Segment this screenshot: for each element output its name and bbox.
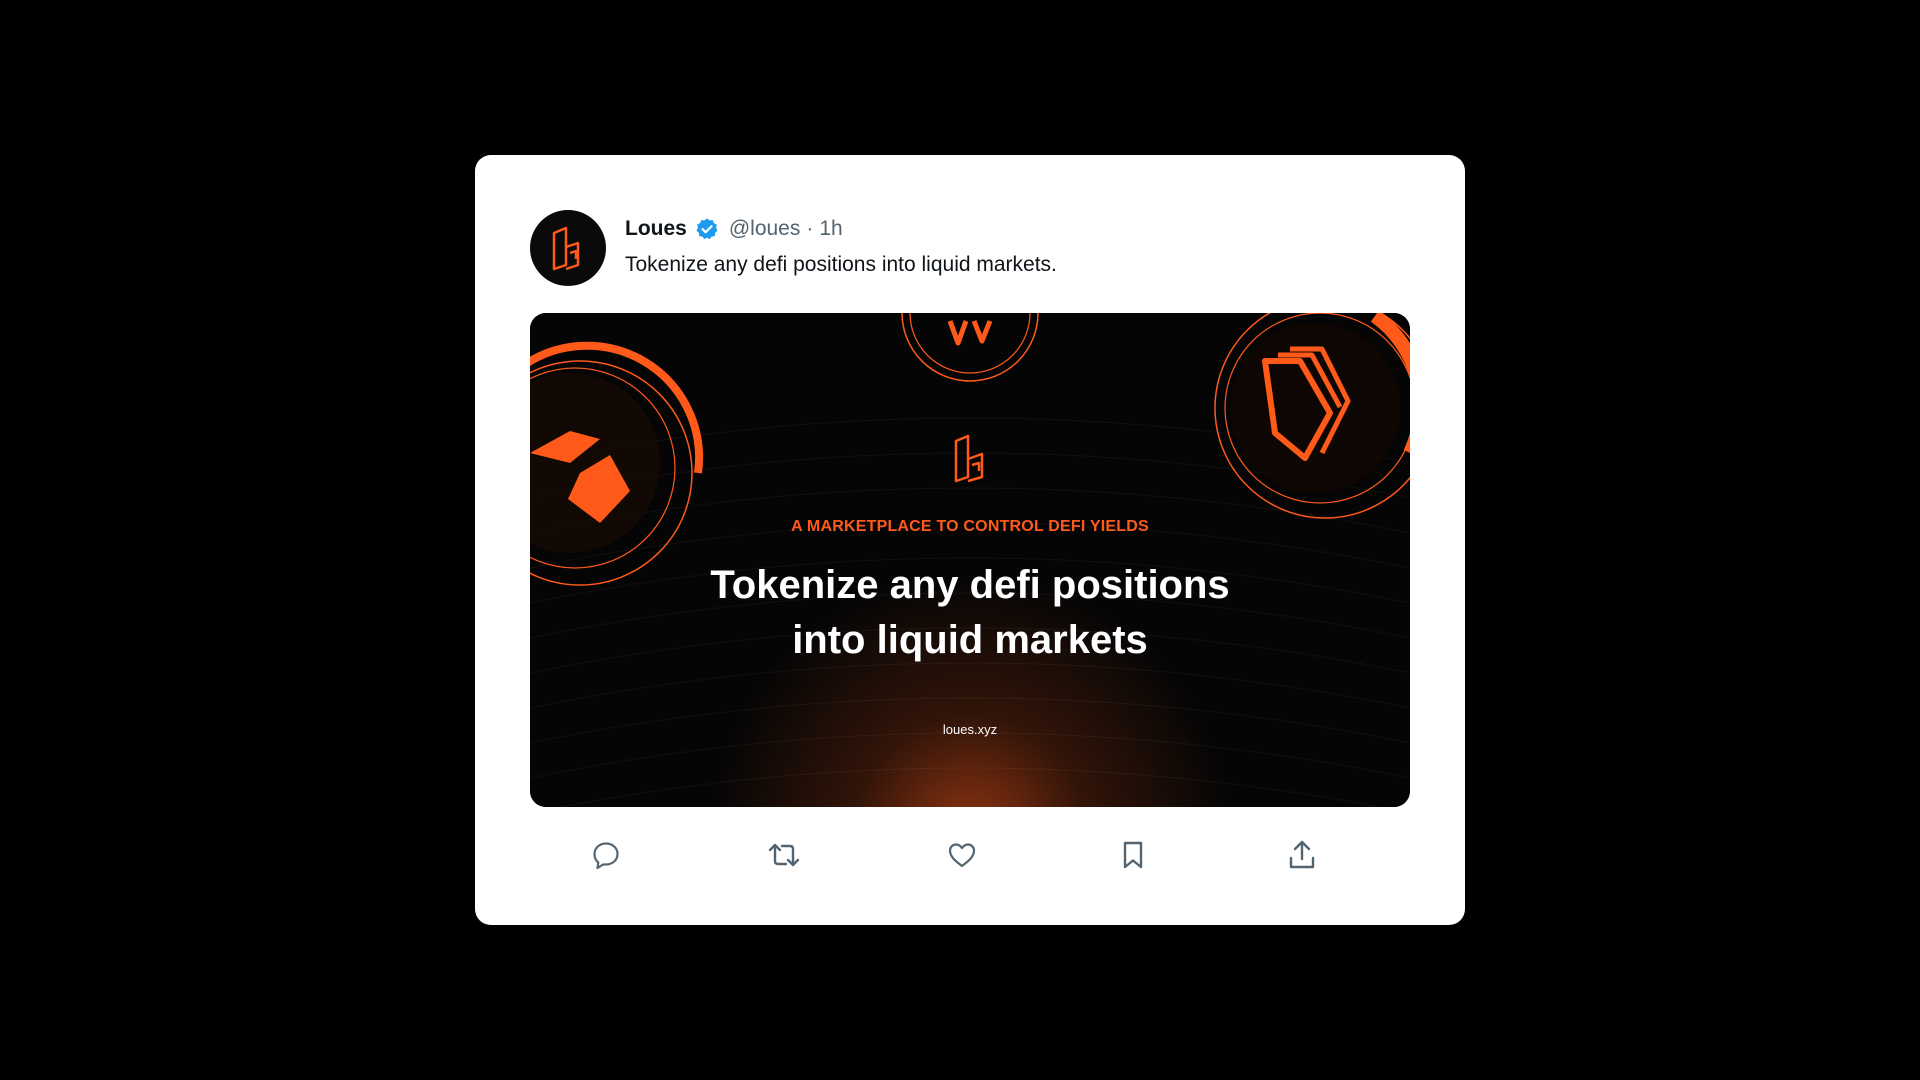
- tweet-actions: [475, 833, 1465, 877]
- like-icon: [948, 843, 976, 868]
- media-headline-line-1: Tokenize any defi positions: [710, 563, 1230, 607]
- avatar[interactable]: [530, 210, 606, 286]
- bookmark-button[interactable]: [1111, 833, 1155, 877]
- retweet-button[interactable]: [762, 833, 806, 877]
- separator-dot: ·: [806, 217, 814, 240]
- media-headline-line-2: into liquid markets: [792, 618, 1148, 662]
- loues-logo-icon: [552, 226, 580, 271]
- tweet-header: Loues @loues · 1h: [625, 215, 843, 243]
- share-icon: [1289, 840, 1315, 869]
- media-headline: Tokenize any defi positions into liquid …: [530, 558, 1410, 668]
- reply-button[interactable]: [584, 833, 628, 877]
- author-name[interactable]: Loues: [625, 215, 687, 243]
- tweet-card[interactable]: Loues @loues · 1h Tokenize any defi posi…: [475, 155, 1465, 925]
- media-url: loues.xyz: [942, 722, 998, 737]
- like-button[interactable]: [940, 833, 984, 877]
- retweet-icon: [768, 843, 800, 867]
- tweet-text: Tokenize any defi positions into liquid …: [625, 253, 1057, 276]
- share-button[interactable]: [1280, 833, 1324, 877]
- author-handle[interactable]: @loues: [729, 215, 801, 243]
- verified-badge-icon: [695, 217, 719, 241]
- reply-icon: [593, 842, 619, 870]
- bookmark-icon: [1123, 841, 1143, 869]
- timestamp[interactable]: 1h: [819, 215, 842, 243]
- media-eyebrow: A MARKETPLACE TO CONTROL DEFI YIELDS: [791, 518, 1149, 535]
- tweet-media-image[interactable]: A MARKETPLACE TO CONTROL DEFI YIELDS Tok…: [530, 313, 1410, 807]
